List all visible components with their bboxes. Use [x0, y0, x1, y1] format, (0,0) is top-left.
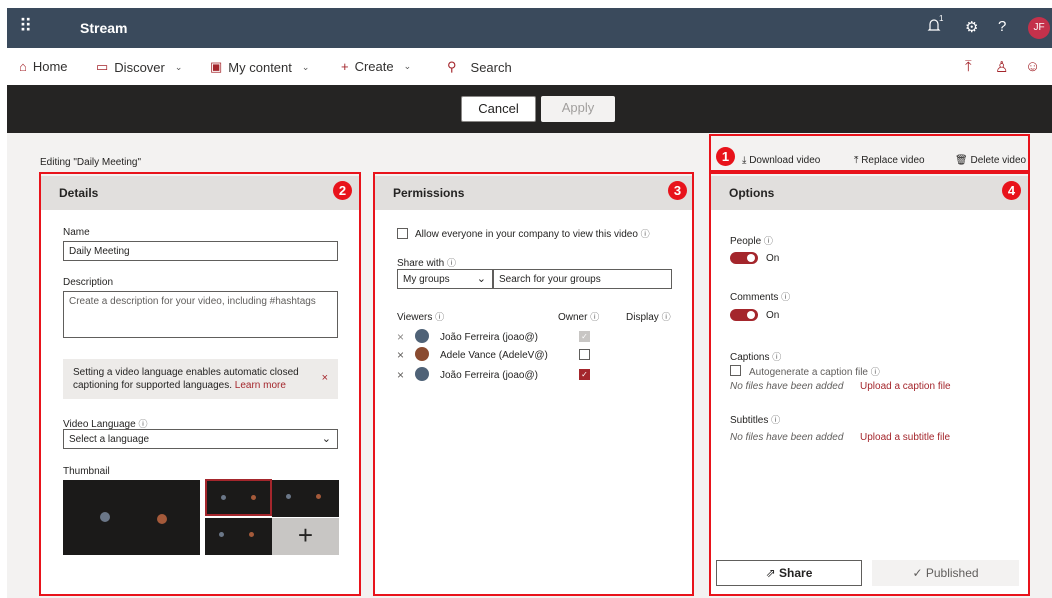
- help-icon[interactable]: ?: [998, 18, 1006, 35]
- home-icon: ⌂: [19, 59, 27, 74]
- chevron-down-icon: ⌄: [301, 61, 310, 72]
- nav-create-label: Create: [354, 59, 394, 74]
- apply-button[interactable]: Apply: [541, 96, 615, 122]
- editing-title: Editing "Daily Meeting": [40, 157, 142, 168]
- settings-gear-icon[interactable]: ⚙: [965, 18, 978, 36]
- main-nav: ⌂ Home ▭ Discover ⌄ ▣ My content ⌄ + Cre…: [7, 50, 1052, 84]
- person-icon[interactable]: ♙: [995, 58, 1008, 76]
- user-avatar[interactable]: JF: [1028, 17, 1050, 39]
- callout-badge-4: 4: [1002, 181, 1021, 200]
- nav-discover[interactable]: ▭ Discover ⌄: [96, 59, 182, 75]
- search-icon: ⚲: [447, 59, 457, 74]
- nav-search-label: Search: [470, 59, 512, 75]
- nav-home-label: Home: [32, 59, 68, 74]
- chevron-down-icon: ⌄: [403, 61, 412, 71]
- video-icon: ▣: [210, 59, 223, 74]
- chevron-down-icon: ⌄: [174, 61, 183, 72]
- video-actions-highlight: [709, 134, 1030, 172]
- permissions-highlight: [373, 172, 694, 596]
- app-launcher-icon[interactable]: ⠿: [19, 16, 32, 37]
- nav-my-content-label: My content: [228, 59, 292, 75]
- plus-icon: +: [341, 59, 349, 74]
- callout-badge-1: 1: [716, 147, 735, 166]
- nav-discover-label: Discover: [114, 59, 165, 75]
- delete-video-button[interactable]: 🗑 Delete video: [955, 155, 1026, 166]
- upload-icon[interactable]: ⤒: [965, 58, 972, 75]
- callout-badge-3: 3: [668, 181, 687, 200]
- nav-search[interactable]: ⚲ Search: [447, 59, 512, 75]
- cancel-button[interactable]: Cancel: [461, 96, 536, 122]
- nav-create[interactable]: + Create ⌄: [341, 59, 411, 74]
- replace-icon: ⤒: [854, 155, 859, 166]
- nav-my-content[interactable]: ▣ My content ⌄: [210, 59, 309, 75]
- discover-icon: ▭: [96, 59, 109, 74]
- feedback-smiley-icon[interactable]: ☺: [1025, 58, 1040, 75]
- download-video-button[interactable]: ⤓ Download video: [742, 155, 820, 166]
- replace-video-button[interactable]: ⤒ Replace video: [854, 155, 925, 166]
- trash-icon: 🗑: [955, 155, 968, 166]
- notification-count: 1: [939, 14, 944, 23]
- app-top-bar: ⠿ Stream 1 ⚙ ? JF: [7, 8, 1052, 48]
- options-highlight: [709, 172, 1030, 596]
- edit-action-bar: Cancel Apply: [7, 85, 1052, 133]
- app-name[interactable]: Stream: [80, 20, 127, 36]
- callout-badge-2: 2: [333, 181, 352, 200]
- nav-home[interactable]: ⌂ Home: [19, 59, 68, 74]
- download-icon: ⤓: [742, 155, 747, 166]
- details-highlight: [39, 172, 361, 596]
